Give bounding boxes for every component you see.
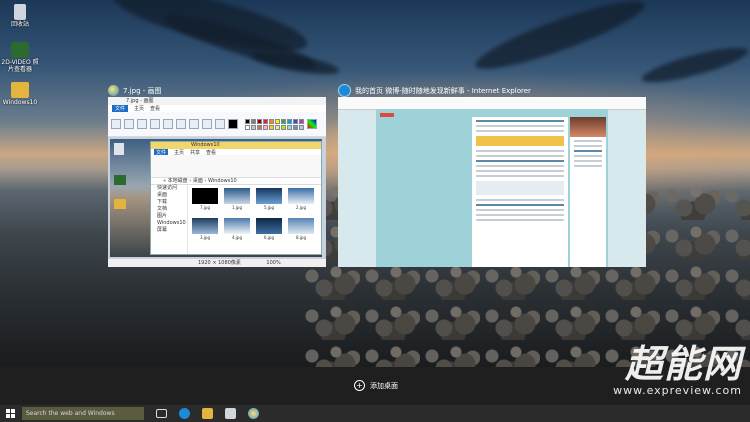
crop-icon — [137, 119, 147, 129]
color-palette — [245, 118, 304, 130]
recycle-bin-icon — [14, 4, 26, 20]
file-thumbnail: 5.jpg — [255, 188, 283, 214]
sidebar-item-quick-access: 快速访问 — [157, 185, 178, 191]
text-icon — [176, 119, 186, 129]
add-desktop-button[interactable]: + 添加桌面 — [354, 380, 398, 391]
ie-icon — [338, 84, 351, 97]
watermark-url: www.expreview.com — [613, 384, 742, 397]
file-thumbnail: 4.jpg — [223, 218, 251, 244]
paste-icon — [111, 119, 121, 129]
task-view-icon[interactable] — [156, 409, 167, 418]
explorer-tab-share: 共享 — [190, 150, 201, 156]
store-icon[interactable] — [225, 408, 236, 419]
watermark: 超能网 www.expreview.com — [613, 344, 742, 397]
photo-viewer-icon — [11, 42, 29, 58]
feed-column — [472, 117, 568, 267]
sidebar-item-documents: 文档 — [157, 206, 168, 212]
sidebar-item-windows10: Windows10 — [157, 220, 186, 226]
task-view-window-ie[interactable]: 我的首页 微博-随时随地发现新鲜事 - Internet Explorer — [338, 84, 646, 267]
file-explorer-icon[interactable] — [202, 408, 213, 419]
explorer-tab-file: 文件 — [154, 149, 169, 156]
color1-icon — [228, 119, 238, 129]
search-box[interactable]: Search the web and Windows — [22, 407, 144, 420]
brush-icon — [189, 119, 199, 129]
file-thumbnail: 1.jpg — [223, 188, 251, 214]
paint-window-preview: 7.jpg - 画图 文件 主页 查看 Windows10 文件 主页 共享 查… — [108, 97, 326, 267]
paint-title-bar: 7.jpg - 画图 — [108, 97, 326, 105]
window-caption: 7.jpg - 画图 — [108, 84, 326, 97]
zoom-readout: 100% — [266, 260, 281, 266]
select-icon — [124, 119, 134, 129]
tab-view: 查看 — [150, 106, 161, 112]
desktop-icon-label: Windows10 — [2, 99, 38, 106]
image-size-readout: 1920 × 1080像素 — [198, 260, 241, 266]
sidebar-item-desktop: 桌面 — [157, 192, 168, 198]
watermark-brand: 超能网 — [624, 342, 742, 386]
desktop-icon-recycle-bin[interactable]: 回收站 — [0, 4, 40, 28]
photo-viewer-icon — [114, 175, 126, 185]
paint-canvas: Windows10 文件 主页 共享 查看 « 本地磁盘 › 桌面 › Wind… — [108, 137, 326, 259]
paint-status-bar: 1920 × 1080像素 100% — [108, 259, 326, 267]
window-caption: 我的首页 微博-随时随地发现新鲜事 - Internet Explorer — [338, 84, 646, 97]
desktop-icon-photo-viewer[interactable]: 2D-VIDEO 照片查看器 — [0, 42, 40, 73]
explorer-ribbon — [151, 155, 321, 178]
sidebar-item-downloads: 下载 — [157, 199, 168, 205]
ie-window-preview — [338, 97, 646, 267]
recycle-bin-icon — [114, 143, 124, 155]
file-thumbnail: 7.jpg — [191, 188, 219, 214]
ie-icon[interactable] — [179, 408, 190, 419]
sidebar-item-pictures: 图片 — [157, 213, 168, 219]
paint-icon[interactable] — [248, 408, 259, 419]
shapes-icon — [202, 119, 212, 129]
add-desktop-label: 添加桌面 — [370, 381, 398, 390]
folder-icon — [11, 82, 29, 98]
explorer-tab-home: 主页 — [174, 150, 185, 156]
profile-column — [570, 117, 606, 267]
desktop-icon-label: 回收站 — [10, 21, 29, 28]
window-title: 7.jpg - 画图 — [123, 86, 162, 95]
taskbar: Search the web and Windows — [0, 405, 750, 422]
window-title: 我的首页 微博-随时随地发现新鲜事 - Internet Explorer — [355, 86, 531, 95]
canvas-image: Windows10 文件 主页 共享 查看 « 本地磁盘 › 桌面 › Wind… — [110, 139, 322, 257]
file-explorer-window: Windows10 文件 主页 共享 查看 « 本地磁盘 › 桌面 › Wind… — [150, 141, 322, 255]
weibo-page — [376, 109, 608, 267]
tab-home: 主页 — [134, 106, 145, 112]
tab-file: 文件 — [112, 105, 129, 112]
plus-icon: + — [354, 380, 365, 391]
cloud-shape — [470, 0, 650, 80]
file-thumbnail: 6.jpg — [255, 218, 283, 244]
desktop-icon-windows10-folder[interactable]: Windows10 — [0, 82, 40, 106]
folder-icon — [114, 199, 126, 209]
explorer-sidebar: 快速访问 桌面 下载 文档 图片 Windows10 屏幕 — [151, 185, 188, 254]
file-thumbnail: 8.jpg — [287, 218, 315, 244]
paint-icon — [108, 85, 119, 96]
weibo-logo — [380, 113, 394, 117]
task-view-window-paint[interactable]: 7.jpg - 画图 7.jpg - 画图 文件 主页 查看 Windows10… — [108, 84, 326, 267]
explorer-tab-view: 查看 — [206, 150, 217, 156]
desktop-icon-label: 2D-VIDEO 照片查看器 — [1, 59, 39, 73]
file-thumbnail: 2.jpg — [287, 188, 315, 214]
pencil-icon — [150, 119, 160, 129]
explorer-file-grid: 7.jpg 1.jpg 5.jpg 2.jpg 3.jpg 4.jpg 6.jp… — [191, 188, 319, 244]
start-button[interactable] — [0, 405, 20, 422]
paint-ribbon — [108, 112, 326, 137]
sidebar-item-screen: 屏幕 — [157, 227, 168, 233]
cloud-shape — [639, 41, 750, 89]
file-thumbnail: 3.jpg — [191, 218, 219, 244]
paint-ribbon-tabs: 文件 主页 查看 — [108, 105, 326, 112]
size-icon — [215, 119, 225, 129]
edit-colors-icon — [307, 119, 317, 129]
explorer-address-bar: « 本地磁盘 › 桌面 › Windows10 — [151, 178, 321, 185]
windows-logo-icon — [5, 409, 15, 418]
explorer-title: Windows10 — [151, 142, 321, 149]
fill-icon — [163, 119, 173, 129]
